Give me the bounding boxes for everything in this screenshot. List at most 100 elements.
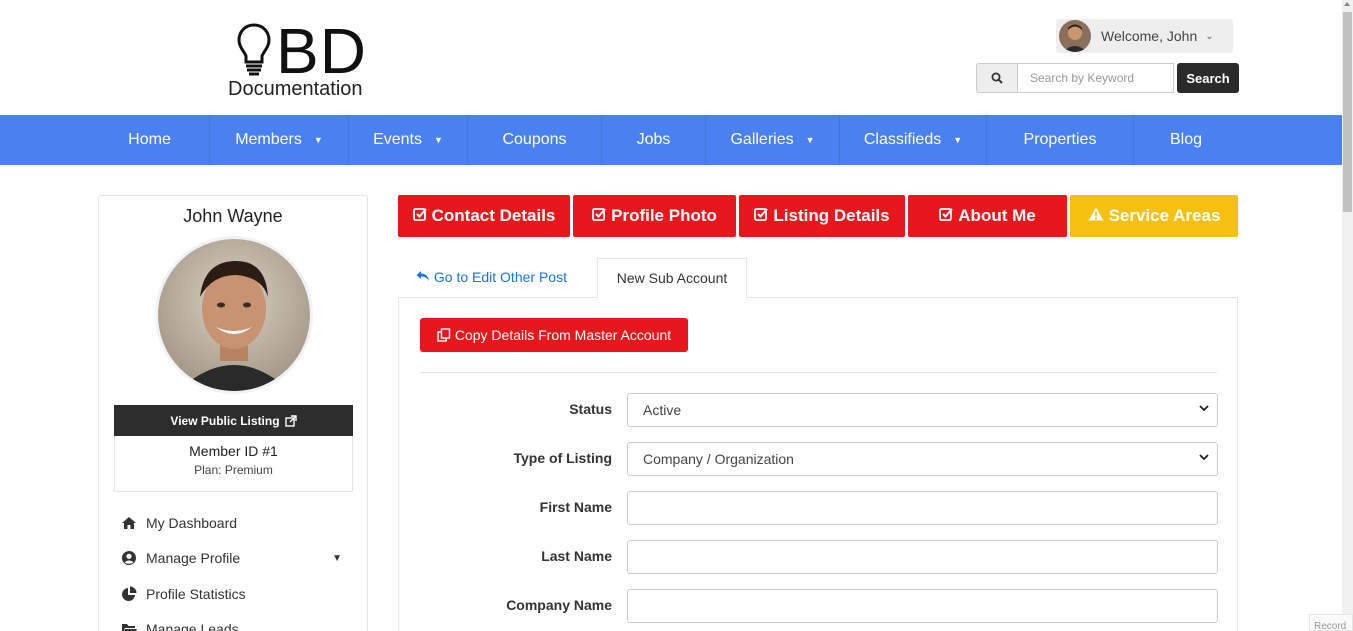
site-logo[interactable]: BD Documentation	[228, 15, 398, 100]
go-to-edit-other-post-link[interactable]: Go to Edit Other Post	[416, 269, 567, 285]
side-menu-item-manage-profile[interactable]: Manage Profile ▼	[120, 541, 350, 577]
nav-item-home[interactable]: Home	[90, 115, 210, 165]
last-name-label: Last Name	[541, 548, 612, 564]
logo-subtitle: Documentation	[228, 78, 363, 100]
chevron-down-icon	[1199, 452, 1209, 465]
warning-icon	[1088, 207, 1104, 225]
nav-item-jobs[interactable]: Jobs	[602, 115, 706, 165]
listing-type-row: Type of Listing Company / Organization	[399, 442, 1239, 476]
check-square-icon	[754, 207, 769, 225]
side-menu: My Dashboard Manage Profile ▼ Profile St…	[120, 505, 350, 631]
tab-label: Service Areas	[1108, 206, 1221, 225]
side-menu-label: Manage Profile	[146, 550, 241, 567]
company-name-label: Company Name	[506, 597, 612, 613]
site-header: BD Documentation Welcome, John ⌄ Search	[0, 0, 1342, 115]
nav-label: Coupons	[502, 131, 567, 148]
reply-arrow-icon	[416, 269, 434, 285]
recorder-widget[interactable]: Record	[1309, 614, 1353, 631]
profile-photo[interactable]	[155, 236, 313, 394]
company-name-field[interactable]	[627, 589, 1218, 623]
tab-label: Contact Details	[431, 206, 556, 225]
status-row: Status Active	[399, 393, 1239, 427]
caret-down-icon: ▼	[434, 135, 443, 145]
chevron-down-icon: ⌄	[1205, 30, 1214, 42]
tab-new-sub-account[interactable]: New Sub Account	[597, 258, 747, 298]
listing-type-select[interactable]: Company / Organization	[627, 442, 1218, 476]
user-circle-icon	[120, 550, 138, 566]
first-name-row: First Name	[399, 491, 1239, 525]
tab-label: Listing Details	[773, 206, 890, 225]
profile-name: John Wayne	[183, 206, 283, 226]
side-menu-item-manage-leads[interactable]: Manage Leads	[120, 612, 350, 631]
status-label: Status	[569, 401, 612, 417]
caret-down-icon: ▼	[805, 135, 815, 145]
nav-item-events[interactable]: Events ▼	[349, 115, 468, 165]
search-bar: Search	[976, 63, 1239, 93]
view-public-listing-button[interactable]: View Public Listing	[114, 405, 353, 436]
tab-label: About Me	[958, 206, 1036, 225]
first-name-field[interactable]	[627, 491, 1218, 525]
search-button[interactable]: Search	[1177, 63, 1239, 93]
nav-item-coupons[interactable]: Coupons	[468, 115, 602, 165]
sub-tabs: Go to Edit Other Post New Sub Account	[398, 258, 1238, 298]
avatar	[1059, 20, 1091, 52]
member-id: Member ID #1	[189, 443, 278, 459]
copy-icon	[437, 328, 451, 342]
tab-about-me[interactable]: About Me	[908, 195, 1067, 237]
nav-label: Classifieds	[863, 131, 942, 148]
member-plan: Plan: Premium	[194, 463, 273, 477]
last-name-field[interactable]	[627, 540, 1218, 574]
lightbulb-icon	[237, 23, 271, 76]
check-square-icon	[412, 207, 427, 225]
nav-item-classifieds[interactable]: Classifieds ▼	[840, 115, 987, 165]
nav-item-members[interactable]: Members ▼	[210, 115, 349, 165]
nav-item-galleries[interactable]: Galleries ▼	[706, 115, 840, 165]
nav-label: Properties	[1023, 131, 1097, 148]
page-scrollbar[interactable]	[1342, 0, 1353, 631]
check-square-icon	[592, 207, 606, 225]
tab-label: Profile Photo	[611, 206, 717, 225]
tab-profile-photo[interactable]: Profile Photo	[573, 195, 736, 237]
chevron-down-icon	[1199, 403, 1209, 416]
nav-label: Members	[235, 131, 302, 148]
tab-contact-details[interactable]: Contact Details	[398, 195, 570, 237]
caret-down-icon: ▼	[953, 135, 963, 145]
user-menu-button[interactable]: Welcome, John ⌄	[1056, 19, 1233, 53]
view-public-label: View Public Listing	[170, 413, 280, 428]
external-link-icon	[284, 414, 297, 427]
scroll-up-icon[interactable]	[1344, 2, 1350, 6]
side-menu-item-dashboard[interactable]: My Dashboard	[120, 505, 350, 541]
sub-account-form: Copy Details From Master Account Status …	[398, 297, 1238, 631]
member-info: Member ID #1 Plan: Premium	[114, 436, 353, 492]
caret-down-icon: ▼	[313, 135, 323, 145]
listing-type-label: Type of Listing	[513, 450, 612, 466]
nav-item-blog[interactable]: Blog	[1134, 115, 1238, 165]
side-menu-label: Profile Statistics	[146, 585, 246, 602]
copy-details-button[interactable]: Copy Details From Master Account	[420, 318, 688, 352]
side-menu-label: Manage Leads	[146, 621, 239, 631]
copy-details-label: Copy Details From Master Account	[454, 327, 672, 343]
status-select[interactable]: Active	[627, 393, 1218, 427]
nav-label: Events	[373, 131, 422, 148]
side-menu-label: My Dashboard	[146, 514, 238, 531]
last-name-row: Last Name	[399, 540, 1239, 574]
status-value: Active	[643, 402, 682, 418]
company-name-row: Company Name	[399, 589, 1239, 623]
home-icon	[120, 516, 138, 530]
tab-service-areas[interactable]: Service Areas	[1070, 195, 1238, 237]
form-divider	[420, 372, 1217, 373]
welcome-text: Welcome, John	[1101, 28, 1198, 44]
nav-label: Home	[128, 131, 171, 148]
main-nav: Home Members ▼ Events ▼ Coupons Jobs Galle…	[0, 115, 1342, 165]
nav-label: Blog	[1169, 131, 1203, 148]
scrollbar-thumb[interactable]	[1343, 12, 1352, 212]
tab-listing-details[interactable]: Listing Details	[739, 195, 905, 237]
folder-icon	[120, 622, 138, 631]
nav-item-properties[interactable]: Properties	[987, 115, 1134, 165]
pie-chart-icon	[120, 586, 138, 602]
search-input[interactable]	[1017, 63, 1174, 93]
search-icon[interactable]	[976, 63, 1017, 93]
nav-label: Galleries	[730, 131, 794, 148]
side-menu-item-profile-statistics[interactable]: Profile Statistics	[120, 576, 350, 612]
go-to-edit-label: Go to Edit Other Post	[433, 269, 567, 285]
